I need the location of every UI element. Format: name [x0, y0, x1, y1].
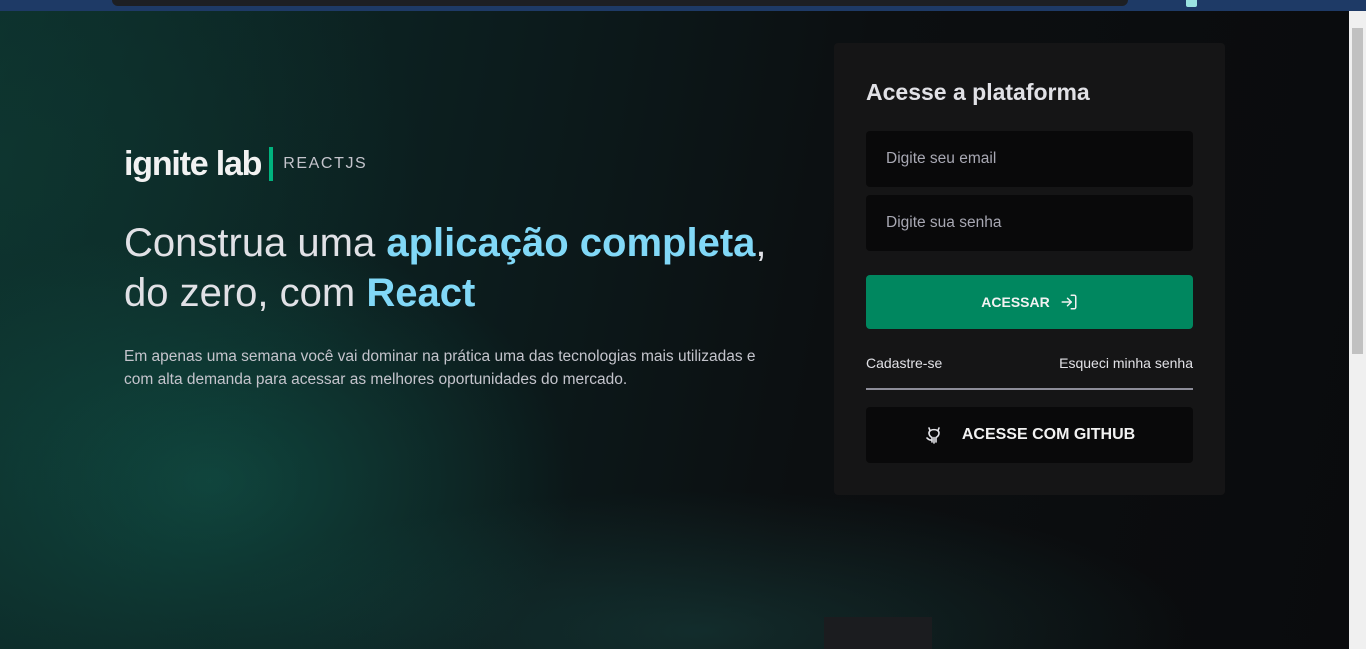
- github-login-button[interactable]: ACESSE COM GITHUB: [866, 407, 1193, 463]
- page-background: ignite lab REACTJS Construa uma aplicaçã…: [0, 11, 1349, 649]
- browser-address-bar-edge: [112, 0, 1128, 6]
- headline-highlight: aplicação completa: [386, 221, 756, 265]
- signup-link[interactable]: Cadastre-se: [866, 355, 942, 381]
- login-title: Acesse a plataforma: [866, 79, 1090, 105]
- email-input[interactable]: [866, 131, 1193, 187]
- browser-top-strip: [0, 0, 1366, 11]
- brand-tag: REACTJS: [283, 155, 368, 172]
- headline-text: ,: [755, 221, 767, 265]
- brand-logo: ignite lab REACTJS: [124, 144, 367, 184]
- brand-divider: [269, 147, 274, 181]
- sign-in-icon: [1061, 294, 1077, 310]
- scrollbar-thumb[interactable]: [1352, 28, 1363, 354]
- github-icon: [926, 427, 940, 444]
- hero-headline: Construa uma aplicação completa, do zero…: [124, 218, 804, 318]
- github-login-label: ACESSE COM GITHUB: [961, 426, 1136, 443]
- headline-text: Construa uma: [124, 221, 387, 265]
- footer-peek-element: [824, 617, 932, 649]
- divider: [866, 388, 1193, 390]
- headline-highlight: React: [366, 271, 476, 315]
- access-button-label: ACESSAR: [981, 294, 1050, 310]
- forgot-password-link[interactable]: Esqueci minha senha: [1059, 355, 1193, 381]
- password-input[interactable]: [866, 195, 1193, 251]
- access-button[interactable]: ACESSAR: [866, 275, 1193, 329]
- login-panel: Acesse a plataforma ACESSAR Cadastre-se …: [834, 43, 1225, 495]
- headline-text: do zero, com: [124, 271, 367, 315]
- hero-description: Em apenas uma semana você vai dominar na…: [124, 348, 756, 388]
- auth-links: Cadastre-se Esqueci minha senha: [866, 355, 1193, 381]
- browser-extension-icon: [1186, 0, 1197, 7]
- page-scrollbar[interactable]: [1349, 11, 1366, 649]
- brand-logo-text: ignite lab: [124, 144, 262, 183]
